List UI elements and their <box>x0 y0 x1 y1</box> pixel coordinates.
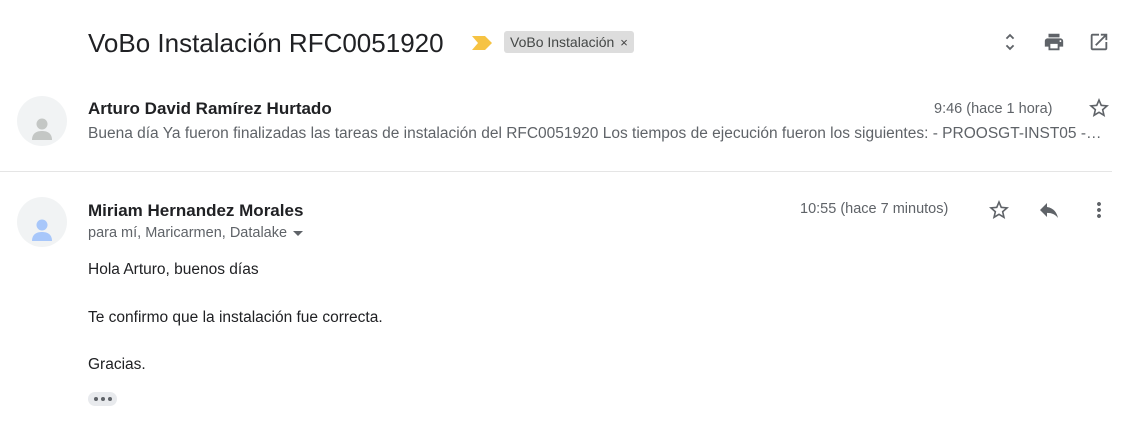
star-outline-icon <box>1089 98 1109 117</box>
message-time: 10:55 (hace 7 minutos) <box>800 201 949 217</box>
show-trimmed-content-button[interactable] <box>88 392 117 406</box>
thread-header: VoBo Instalación RFC0051920 VoBo Instala… <box>0 0 1142 86</box>
importance-marker-icon[interactable] <box>472 36 492 50</box>
recipients: para mí, Maricarmen, Datalake <box>88 225 304 241</box>
dot <box>100 397 105 401</box>
more-vert-icon <box>1097 202 1101 218</box>
label-chip[interactable]: VoBo Instalación × <box>504 31 634 53</box>
message-time: 9:46 (hace 1 hora) <box>934 101 1053 117</box>
message-snippet: Buena día Ya fueron finalizadas las tare… <box>88 125 1104 142</box>
open-in-new-icon <box>1090 33 1108 51</box>
more-options-button[interactable] <box>1086 197 1112 223</box>
label-chip-text: VoBo Instalación <box>510 34 615 50</box>
avatar <box>17 96 67 146</box>
person-icon <box>32 118 52 140</box>
message-body-line: Te confirmo que la instalación fue corre… <box>88 309 383 326</box>
expand-all-button[interactable] <box>998 30 1022 54</box>
open-in-new-window-button[interactable] <box>1087 30 1111 54</box>
remove-label-button[interactable]: × <box>620 35 628 50</box>
message-collapsed[interactable]: Arturo David Ramírez Hurtado 9:46 (hace … <box>0 86 1142 171</box>
star-button[interactable] <box>986 197 1012 223</box>
dot <box>93 397 98 401</box>
person-icon <box>32 219 52 241</box>
dot <box>107 397 112 401</box>
recipients-text: para mí, Maricarmen, Datalake <box>88 225 288 241</box>
sender-name: Miriam Hernandez Morales <box>88 201 304 220</box>
print-icon <box>1044 33 1064 51</box>
avatar <box>17 197 67 247</box>
show-details-dropdown-icon[interactable] <box>293 230 304 236</box>
message-expanded: Miriam Hernandez Morales 10:55 (hace 7 m… <box>0 172 1142 435</box>
thread-subject: VoBo Instalación RFC0051920 <box>88 28 444 58</box>
reply-button[interactable] <box>1036 197 1062 223</box>
reply-icon <box>1040 203 1058 218</box>
message-body-line: Gracias. <box>88 356 146 373</box>
star-outline-icon <box>989 200 1009 219</box>
sender-name: Arturo David Ramírez Hurtado <box>88 99 332 118</box>
star-button[interactable] <box>1086 95 1112 121</box>
print-all-button[interactable] <box>1042 30 1066 54</box>
message-body-line: Hola Arturo, buenos días <box>88 261 259 278</box>
unfold-icon <box>1005 33 1015 51</box>
